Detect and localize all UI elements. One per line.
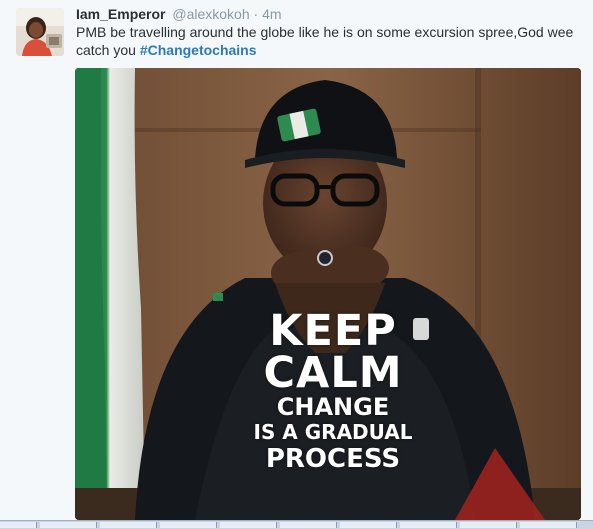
keep-calm-text: KEEP CALM CHANGE IS A GRADUAL PROCESS xyxy=(243,306,423,475)
tweet-text: PMB be travelling around the globe like … xyxy=(76,23,576,59)
keep-line: KEEP xyxy=(269,306,397,356)
calm-line: CALM xyxy=(263,348,403,398)
taskbar-button[interactable] xyxy=(460,522,517,528)
hashtag-link[interactable]: #Changetochains xyxy=(140,42,257,58)
timestamp[interactable]: 4m xyxy=(262,6,281,22)
taskbar-button[interactable] xyxy=(280,522,337,528)
taskbar-button[interactable] xyxy=(520,522,577,528)
display-name[interactable]: Iam_Emperor xyxy=(76,6,165,22)
tweet: Iam_Emperor @alexkokoh · 4m PMB be trave… xyxy=(0,0,593,520)
taskbar-button[interactable] xyxy=(160,522,217,528)
taskbar-button[interactable] xyxy=(0,522,37,528)
taskbar-button[interactable] xyxy=(400,522,457,528)
gradual-line: IS A GRADUAL xyxy=(253,420,413,444)
user-handle[interactable]: @alexkokoh xyxy=(172,6,249,22)
separator: · xyxy=(253,6,259,22)
avatar[interactable] xyxy=(16,8,64,56)
taskbar-button[interactable] xyxy=(100,522,157,528)
tweet-header: Iam_Emperor @alexkokoh · 4m xyxy=(76,5,282,23)
tweet-photo[interactable]: KEEP CALM CHANGE IS A GRADUAL PROCESS xyxy=(75,68,581,520)
process-line: PROCESS xyxy=(265,444,401,474)
taskbar-button[interactable] xyxy=(40,522,97,528)
taskbar-button[interactable] xyxy=(220,522,277,528)
taskbar-button[interactable] xyxy=(340,522,397,528)
avatar-image xyxy=(16,8,64,56)
